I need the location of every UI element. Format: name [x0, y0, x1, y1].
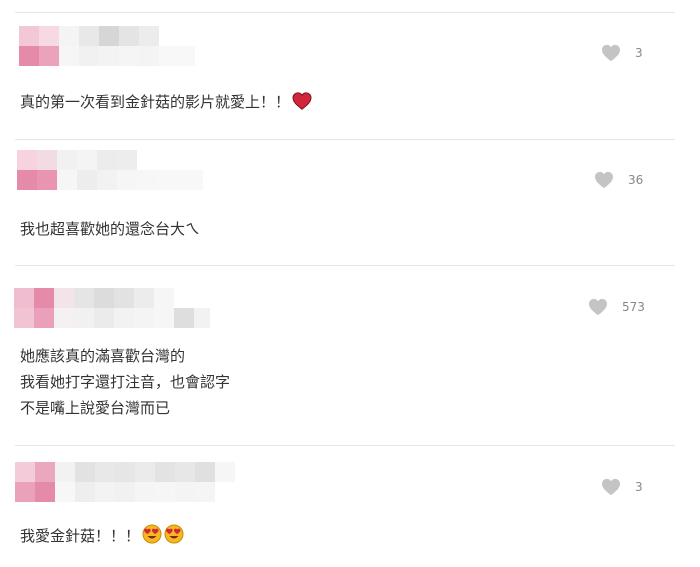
red-heart-emoji-icon [292, 92, 312, 110]
like-button[interactable]: 573 [588, 298, 645, 316]
comment-line: 她應該真的滿喜歡台灣的 [20, 347, 186, 365]
divider [15, 12, 675, 13]
divider [15, 265, 675, 266]
comment-line: 我也超喜歡她的還念台大ㄟ [20, 220, 201, 238]
like-count: 36 [628, 173, 644, 187]
heart-icon [589, 298, 607, 316]
like-button[interactable]: 36 [594, 171, 643, 189]
like-count: 3 [635, 46, 643, 60]
heart-icon [595, 171, 613, 189]
like-count: 3 [635, 480, 643, 494]
heart-icon [602, 44, 620, 62]
comment-line: 我愛金針菇！！！ [20, 527, 141, 545]
comment-line: 不是嘴上說愛台灣而已 [20, 399, 171, 417]
divider [15, 445, 675, 446]
like-count: 573 [622, 300, 645, 314]
comment-line: 真的第一次看到金針菇的影片就愛上！！ [20, 93, 291, 111]
divider [15, 139, 675, 140]
comment-text: 我愛金針菇！！！ [20, 523, 184, 549]
heart-icon [602, 478, 620, 496]
like-button[interactable]: 3 [601, 478, 643, 496]
heart-eyes-emoji-icon [164, 524, 184, 544]
comment-text: 真的第一次看到金針菇的影片就愛上！！ [20, 89, 312, 115]
like-button[interactable]: 3 [601, 44, 643, 62]
heart-eyes-emoji-icon [142, 524, 162, 544]
comment-text: 她應該真的滿喜歡台灣的 我看她打字還打注音，也會認字 不是嘴上說愛台灣而已 [20, 343, 230, 421]
comment-line: 我看她打字還打注音，也會認字 [20, 373, 231, 391]
comment-text: 我也超喜歡她的還念台大ㄟ [20, 216, 200, 242]
